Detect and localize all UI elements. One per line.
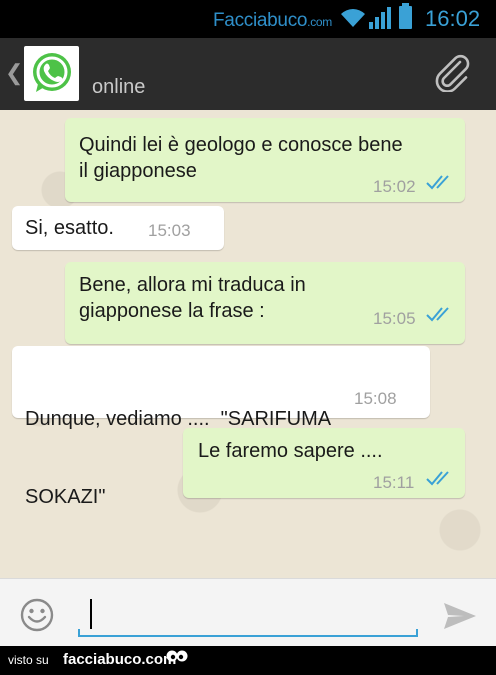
- message-bubble-outgoing[interactable]: Le faremo sapere .... 15:11: [183, 428, 465, 498]
- smiley-icon[interactable]: [19, 597, 55, 633]
- message-input[interactable]: [78, 595, 418, 637]
- chevron-left-icon[interactable]: ❮: [5, 60, 23, 86]
- message-bubble-outgoing[interactable]: Bene, allora mi traduca in giapponese la…: [65, 262, 465, 344]
- wifi-icon: [341, 9, 365, 27]
- footer-bar: visto su facciabuco.com: [0, 646, 496, 675]
- double-check-icon: [426, 175, 449, 190]
- chat-header: ❮ online: [0, 38, 496, 113]
- clock: 16:02: [425, 6, 481, 31]
- double-check-icon: [426, 307, 449, 322]
- message-time: 15:05: [373, 309, 416, 328]
- whatsapp-logo-icon: [33, 53, 71, 92]
- message-bubble-incoming[interactable]: Si, esatto. 15:03: [12, 206, 224, 250]
- message-bubble-outgoing[interactable]: Quindi lei è geologo e conosce bene il g…: [65, 118, 465, 202]
- footer-brand[interactable]: facciabuco.com: [63, 651, 176, 668]
- status-bar: Facciabuco.com 16:02: [0, 0, 496, 38]
- message-time: 15:02: [373, 177, 416, 196]
- paperclip-icon[interactable]: [432, 52, 472, 92]
- message-time: 15:08: [354, 389, 397, 408]
- signal-icon: [369, 7, 391, 29]
- message-bubble-incoming[interactable]: Dunque, vediamo .... "SARIFUMA SOKAZI" 1…: [12, 346, 430, 508]
- send-arrow-icon[interactable]: [442, 601, 478, 631]
- footer-visto-text: visto su: [8, 653, 49, 667]
- message-time: 15:11: [373, 473, 415, 492]
- message-time: 15:03: [148, 221, 191, 240]
- message-input-bar: [0, 578, 496, 647]
- watermark: Facciabuco.com: [213, 10, 332, 31]
- contact-status: online: [92, 76, 146, 98]
- battery-icon: [399, 3, 412, 29]
- message-list[interactable]: Quindi lei è geologo e conosce bene il g…: [0, 110, 496, 578]
- double-check-icon: [426, 471, 449, 486]
- eyes-logo-icon: [166, 650, 188, 662]
- contact-avatar[interactable]: [24, 46, 79, 101]
- text-caret: [90, 599, 92, 629]
- message-text: Si, esatto.: [25, 217, 114, 239]
- message-text: Le faremo sapere ....: [198, 440, 383, 462]
